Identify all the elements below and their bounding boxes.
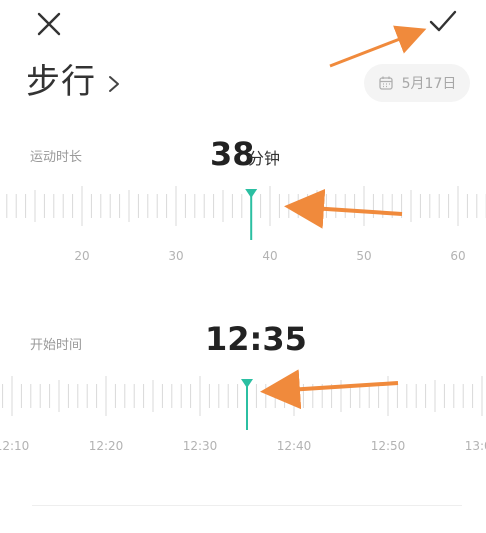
duration-unit: 分钟 (248, 149, 281, 168)
close-icon (37, 12, 61, 36)
confirm-button[interactable] (425, 6, 461, 38)
date-selector[interactable]: 5月17日 (364, 64, 470, 102)
start-ruler-label: 12:40 (277, 439, 312, 453)
duration-ruler-label: 60 (450, 249, 465, 263)
start-time-value: 12:35 (205, 320, 307, 358)
start-ruler-label: 12:20 (89, 439, 124, 453)
divider (32, 505, 462, 506)
duration-ruler-indicator-head (245, 189, 258, 198)
start-time-ruler[interactable]: 12:10 12:20 12:30 12:40 12:50 13:00 (0, 370, 486, 460)
duration-ruler-label: 40 (262, 249, 277, 263)
start-ruler-label: 12:50 (371, 439, 406, 453)
close-button[interactable] (33, 8, 65, 40)
start-ruler-label: 12:10 (0, 439, 29, 453)
start-ruler-indicator-head (241, 379, 253, 388)
start-ruler-label: 12:30 (183, 439, 218, 453)
duration-ruler-label: 50 (356, 249, 371, 263)
start-ruler-label: 13:00 (465, 439, 486, 453)
date-label: 5月17日 (401, 76, 457, 92)
start-time-label: 开始时间 (30, 338, 83, 353)
check-icon (429, 10, 457, 32)
duration-ruler-label: 30 (168, 249, 183, 263)
calendar-icon (378, 76, 393, 90)
duration-label: 运动时长 (30, 150, 83, 165)
annotation-arrow-confirm (329, 25, 427, 68)
duration-ruler[interactable]: 20 30 40 50 60 (0, 180, 486, 270)
duration-ruler-label: 20 (74, 249, 89, 263)
chevron-right-icon[interactable] (106, 74, 122, 94)
activity-title[interactable]: 步行 (26, 62, 96, 102)
